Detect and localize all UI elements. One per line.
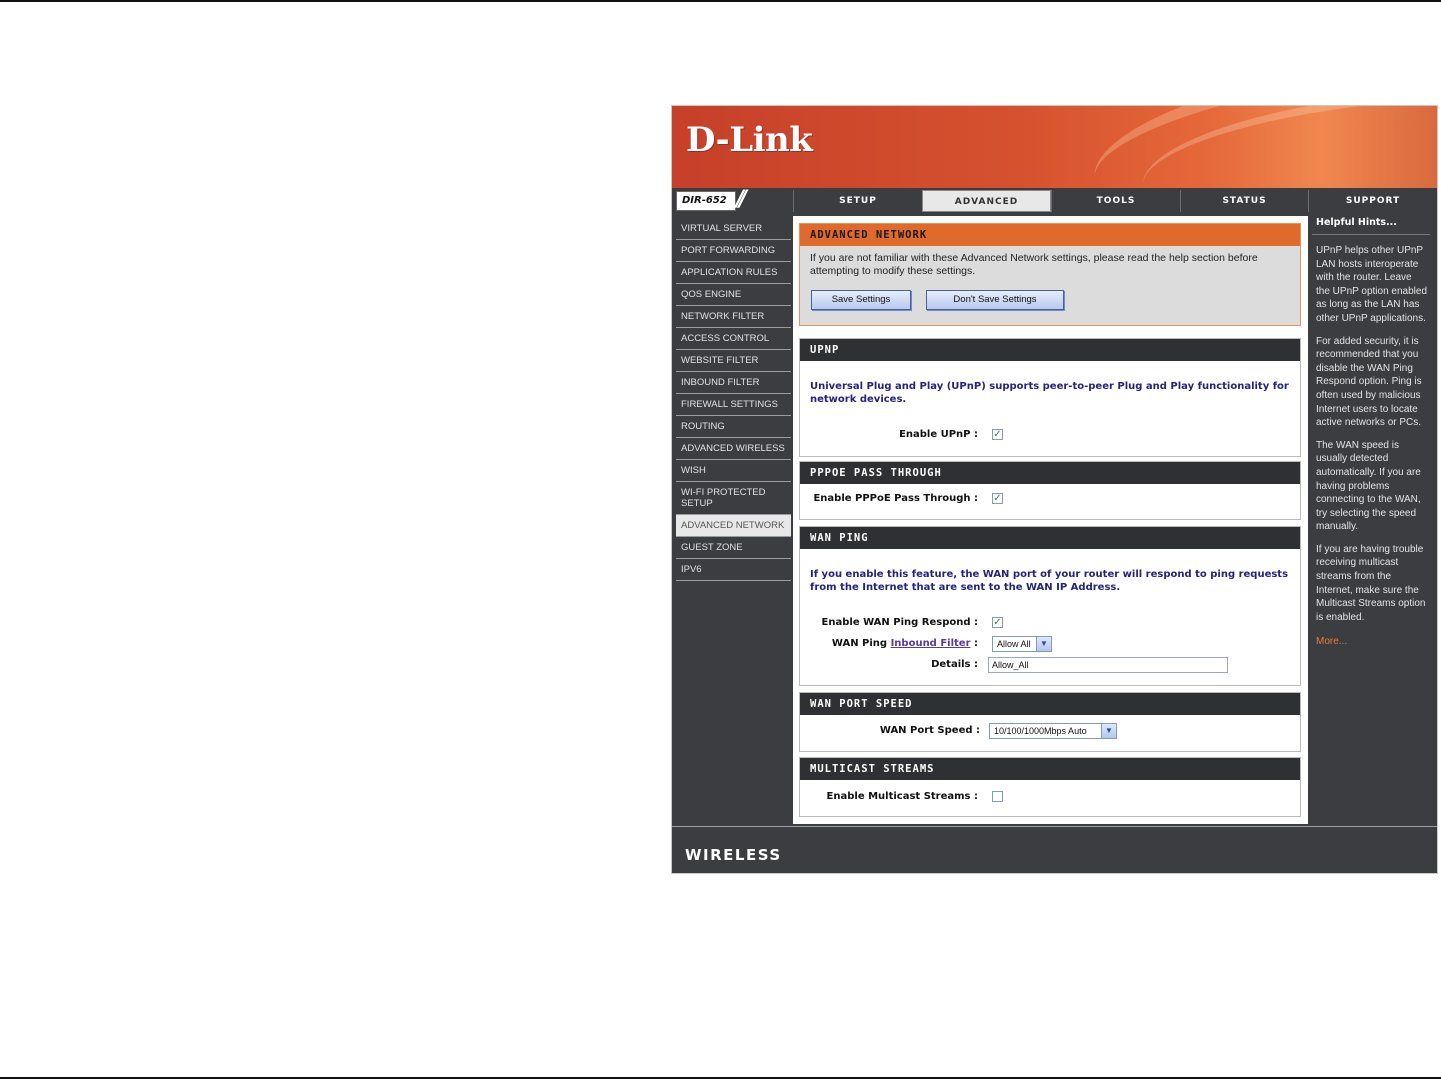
section-title: ADVANCED NETWORK [800,224,1300,246]
wan-port-speed-select[interactable]: 10/100/1000Mbps Auto ▼ [989,723,1117,739]
tab-status[interactable]: STATUS [1180,190,1308,212]
dont-save-settings-button[interactable]: Don't Save Settings [926,290,1064,310]
advanced-network-section: ADVANCED NETWORK If you are not familiar… [799,223,1301,326]
tab-advanced[interactable]: ADVANCED [922,190,1051,212]
sidebar-item-access-control[interactable]: ACCESS CONTROL [676,328,791,350]
wan-port-speed-label: WAN Port Speed : [879,725,980,736]
router-admin-window: D-Link DIR-652 // SETUP ADVANCED TOOLS S… [671,105,1438,874]
top-nav: DIR-652 // SETUP ADVANCED TOOLS STATUS S… [672,187,1437,214]
enable-upnp-label: Enable UPnP : [899,429,978,440]
help-paragraph: For added security, it is recommended th… [1316,335,1422,429]
help-more-link[interactable]: More... [1312,624,1432,647]
tab-setup[interactable]: SETUP [793,190,922,212]
enable-upnp-checkbox[interactable]: ✓ [992,429,1003,440]
sidebar-item-wifi-protected-setup[interactable]: WI-FI PROTECTED SETUP [676,482,791,515]
upnp-description: Universal Plug and Play (UPnP) supports … [810,381,1289,405]
wan-ping-respond-label: Enable WAN Ping Respond : [821,617,978,628]
check-icon: ✓ [993,493,1002,504]
wan-port-speed-row: WAN Port Speed : 10/100/1000Mbps Auto ▼ [800,723,1300,739]
check-icon: ✓ [993,617,1002,628]
section-title: WAN PORT SPEED [800,693,1300,715]
main-content: ADVANCED NETWORK If you are not familiar… [793,216,1308,824]
sidebar-item-inbound-filter[interactable]: INBOUND FILTER [676,372,791,394]
sidebar-item-qos-engine[interactable]: QOS ENGINE [676,284,791,306]
wan-ping-respond-checkbox[interactable]: ✓ [992,617,1003,628]
page-rule-bottom [0,1077,1441,1079]
sidebar-item-advanced-network[interactable]: ADVANCED NETWORK [676,515,791,537]
multicast-row: Enable Multicast Streams : [800,789,1300,805]
page-rule-top [0,0,1441,2]
sidebar-item-firewall-settings[interactable]: FIREWALL SETTINGS [676,394,791,416]
section-title: UPNP [800,339,1300,361]
chevron-down-icon: ▼ [1101,724,1116,738]
model-slash-decoration: // [736,187,747,212]
wan-ping-filter-label: WAN Ping Inbound Filter : [831,638,978,649]
sidebar-item-application-rules[interactable]: APPLICATION RULES [676,262,791,284]
help-paragraph: If you are having trouble receiving mult… [1316,543,1426,623]
header-banner: D-Link [672,106,1437,188]
wan-ping-details-row: Details : Allow_All [800,657,1300,673]
help-title: Helpful Hints... [1316,217,1397,228]
help-paragraph: The WAN speed is usually detected automa… [1316,439,1421,533]
help-paragraph: UPnP helps other UPnP LAN hosts interope… [1316,245,1428,324]
dlink-logo: D-Link [686,120,813,160]
sidebar-item-website-filter[interactable]: WEBSITE FILTER [676,350,791,372]
pppoe-section: PPPOE PASS THROUGH Enable PPPoE Pass Thr… [799,461,1301,520]
section-title: PPPOE PASS THROUGH [800,462,1300,484]
tab-tools[interactable]: TOOLS [1051,190,1180,212]
wan-ping-description: If you enable this feature, the WAN port… [810,569,1289,593]
sidebar-menu: VIRTUAL SERVER PORT FORWARDING APPLICATI… [676,218,791,581]
upnp-section: UPNP Universal Plug and Play (UPnP) supp… [799,338,1301,457]
upnp-row: Enable UPnP : ✓ [800,427,1300,443]
wan-ping-filter-select[interactable]: Allow All ▼ [992,636,1052,652]
pppoe-row: Enable PPPoE Pass Through : ✓ [800,491,1300,507]
enable-pppoe-label: Enable PPPoE Pass Through : [813,493,978,504]
enable-multicast-label: Enable Multicast Streams : [826,791,978,802]
details-label: Details : [931,659,978,670]
wan-ping-respond-row: Enable WAN Ping Respond : ✓ [800,615,1300,631]
wireless-logo: WIRELESS [685,846,782,864]
wan-ping-section: WAN PING If you enable this feature, the… [799,526,1301,686]
wan-port-speed-section: WAN PORT SPEED WAN Port Speed : 10/100/1… [799,692,1301,752]
save-settings-button[interactable]: Save Settings [811,290,911,310]
help-panel: Helpful Hints... UPnP helps other UPnP L… [1312,216,1432,647]
sidebar-item-wish[interactable]: WISH [676,460,791,482]
sidebar-item-port-forwarding[interactable]: PORT FORWARDING [676,240,791,262]
inbound-filter-link[interactable]: Inbound Filter [891,638,971,649]
enable-pppoe-checkbox[interactable]: ✓ [992,493,1003,504]
section-title: WAN PING [800,527,1300,549]
sidebar-item-network-filter[interactable]: NETWORK FILTER [676,306,791,328]
details-field[interactable]: Allow_All [988,657,1228,673]
model-badge: DIR-652 [676,191,736,211]
advanced-network-description: If you are not familiar with these Advan… [810,252,1258,277]
sidebar-item-ipv6[interactable]: IPV6 [676,559,791,581]
footer-bar: WIRELESS [672,826,1437,873]
tab-support[interactable]: SUPPORT [1308,190,1437,212]
multicast-section: MULTICAST STREAMS Enable Multicast Strea… [799,757,1301,817]
sidebar-item-advanced-wireless[interactable]: ADVANCED WIRELESS [676,438,791,460]
section-title: MULTICAST STREAMS [800,758,1300,780]
sidebar-item-virtual-server[interactable]: VIRTUAL SERVER [676,218,791,240]
check-icon: ✓ [993,429,1002,440]
sidebar-item-guest-zone[interactable]: GUEST ZONE [676,537,791,559]
wan-ping-filter-row: WAN Ping Inbound Filter : Allow All ▼ [800,636,1300,652]
chevron-down-icon: ▼ [1036,637,1051,651]
sidebar-item-routing[interactable]: ROUTING [676,416,791,438]
enable-multicast-checkbox[interactable] [992,791,1003,802]
